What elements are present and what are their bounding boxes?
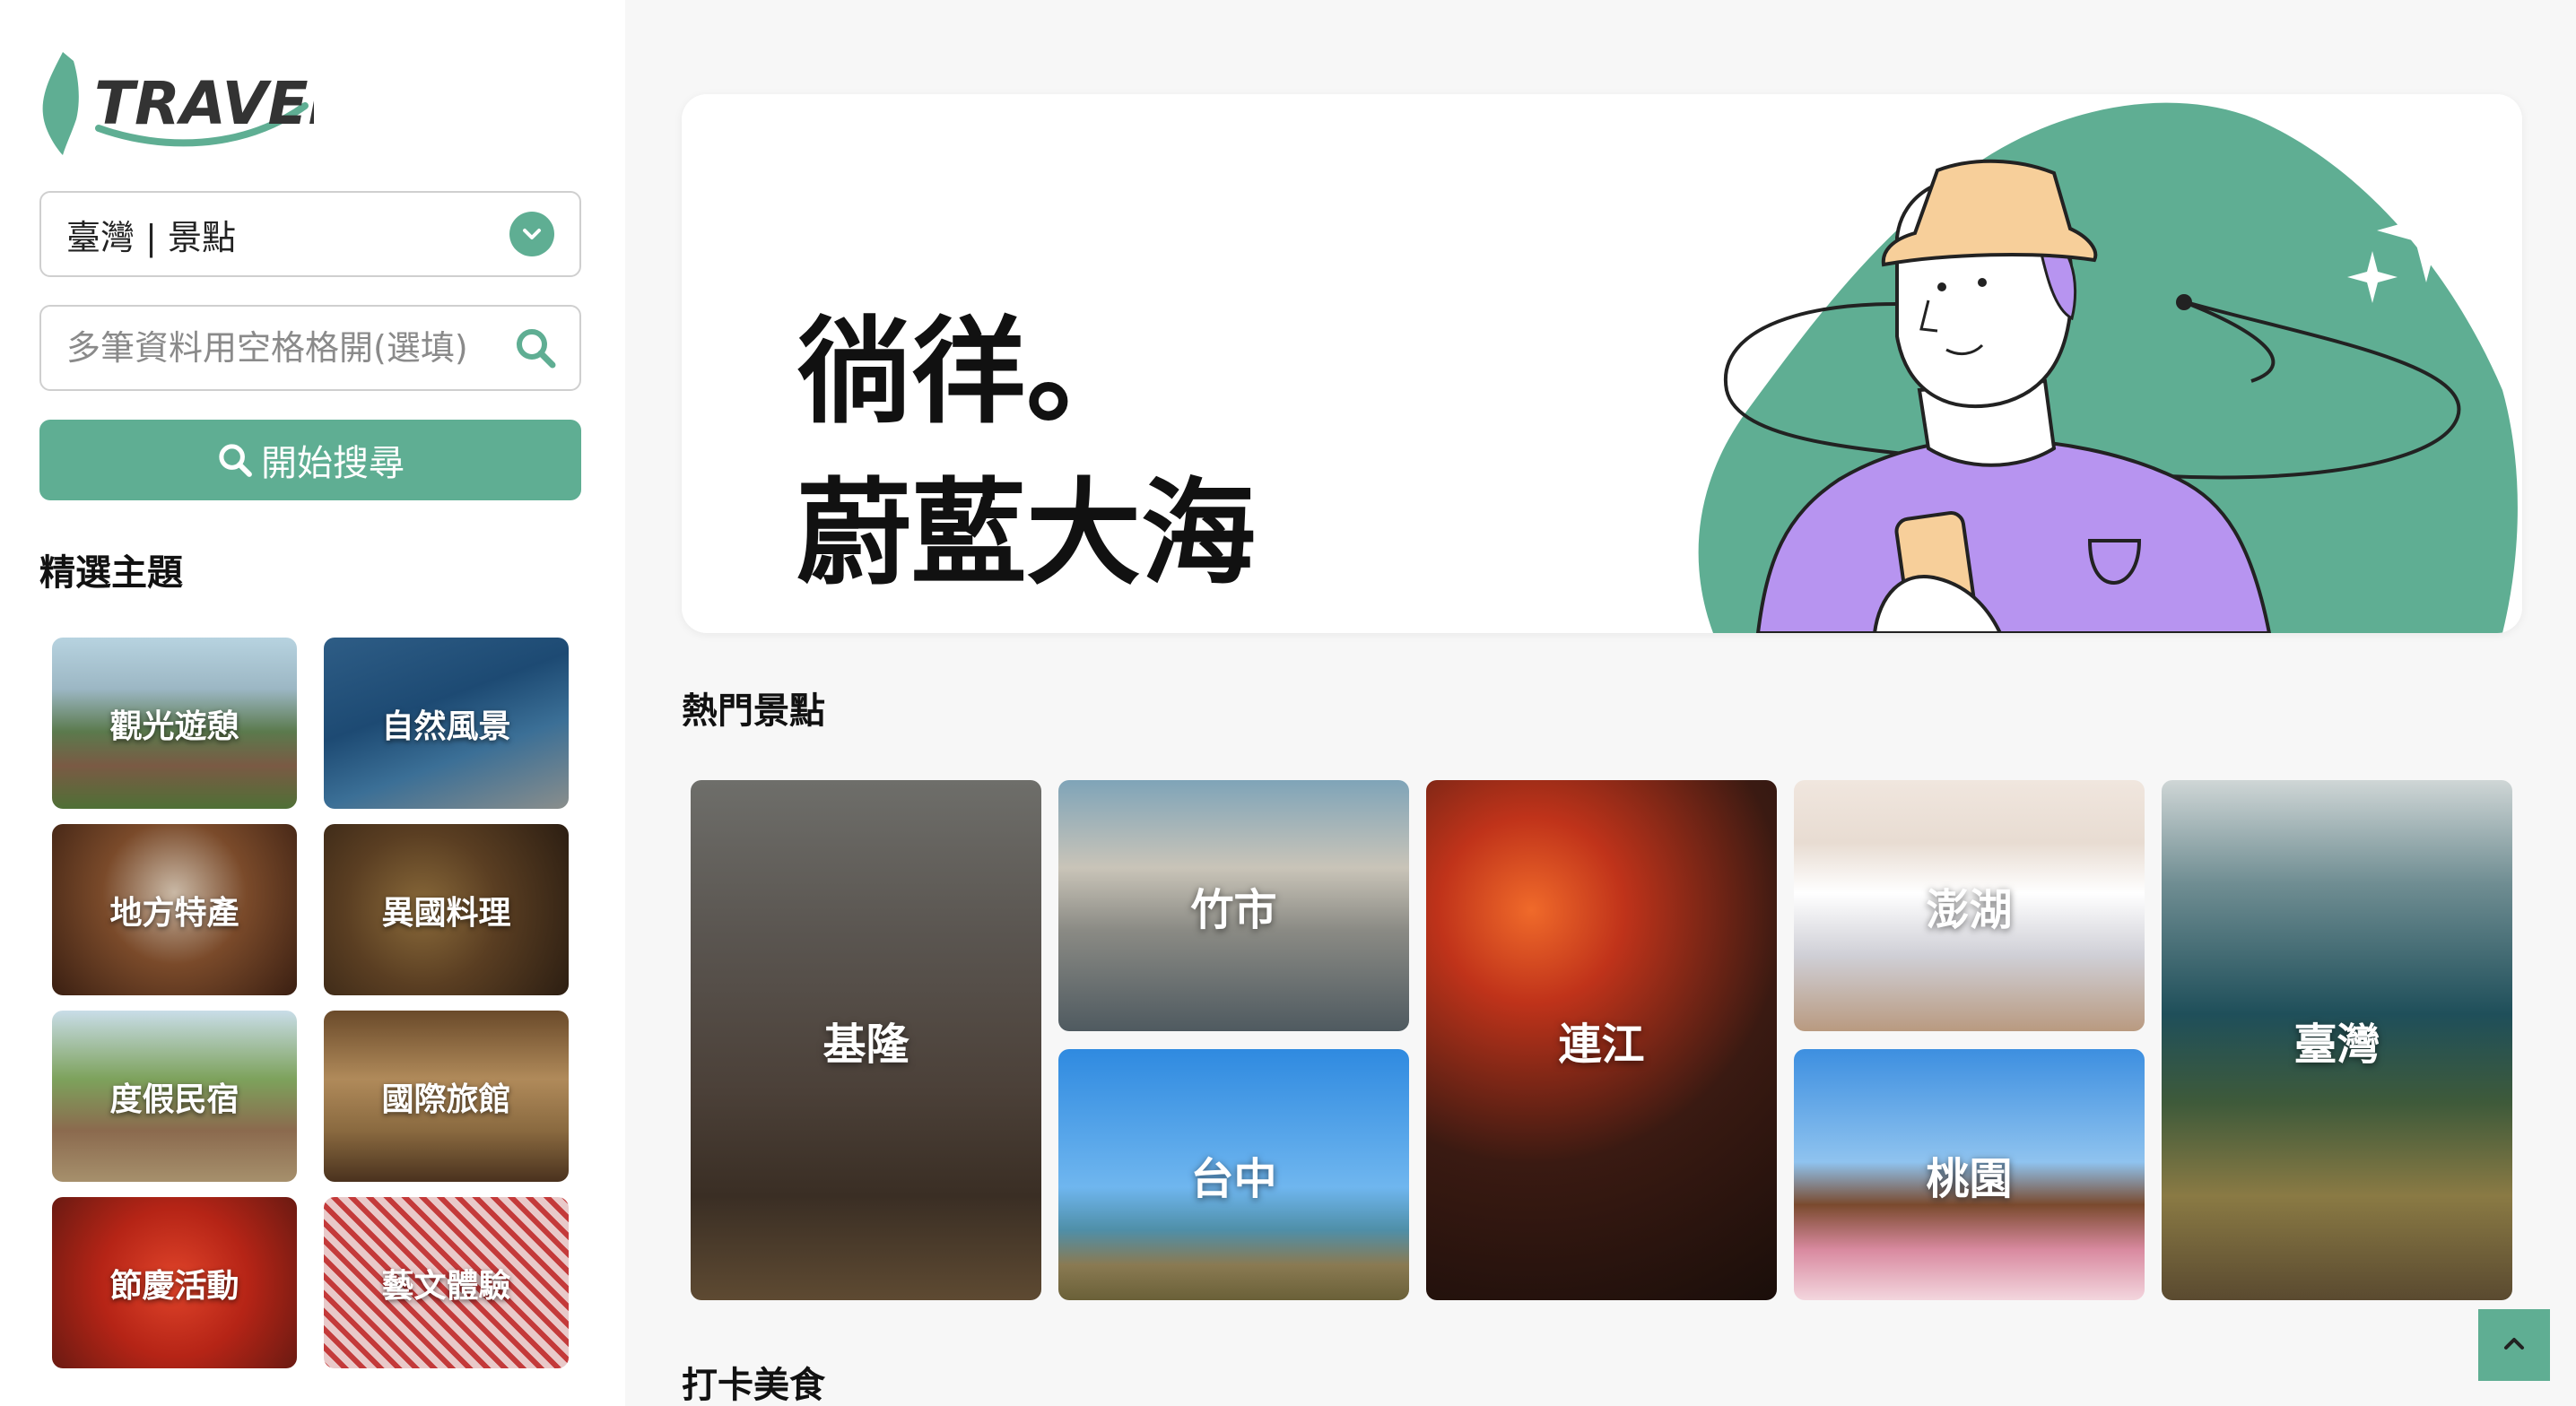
category-select[interactable]: 臺灣 | 景點 <box>39 191 581 277</box>
hero-banner: 徜徉。 蔚藍大海 <box>682 94 2522 633</box>
spot-card-keelung[interactable]: 基隆 <box>691 780 1041 1300</box>
hero-line-1: 徜徉。 <box>796 305 1142 439</box>
spot-card-taiwan[interactable]: 臺灣 <box>2162 780 2512 1300</box>
theme-card-label: 自然風景 <box>381 707 511 745</box>
theme-card-label: 地方特產 <box>109 894 239 932</box>
main-content: 徜徉。 蔚藍大海 熱門景點 基隆 竹市 台中 連江 澎湖 桃園 臺灣 打卡美食 <box>625 0 2576 1406</box>
search-icon[interactable] <box>511 324 560 372</box>
hero-headline: 徜徉。 蔚藍大海 <box>796 291 1256 614</box>
back-to-top-button[interactable] <box>2478 1309 2550 1381</box>
svg-text:TRAVEL: TRAVEL <box>94 69 314 138</box>
spot-card-label: 桃園 <box>1926 1154 2013 1204</box>
spot-card-hsinchu[interactable]: 竹市 <box>1058 780 1409 1031</box>
theme-card-foreign-cuisine[interactable]: 異國料理 <box>324 824 569 995</box>
theme-card-bnb[interactable]: 度假民宿 <box>52 1011 297 1182</box>
spot-card-taichung[interactable]: 台中 <box>1058 1049 1409 1300</box>
theme-card-arts[interactable]: 藝文體驗 <box>324 1197 569 1368</box>
theme-card-label: 藝文體驗 <box>381 1267 511 1305</box>
app-root: TRAVEL 臺灣 | 景點 開始搜尋 精選主題 觀光遊憩 <box>0 0 2576 1406</box>
spot-card-taoyuan[interactable]: 桃園 <box>1794 1049 2145 1300</box>
spot-card-label: 基隆 <box>822 1020 909 1070</box>
spot-card-label: 臺灣 <box>2293 1020 2380 1070</box>
spot-card-label: 連江 <box>1558 1020 1645 1070</box>
theme-card-sightseeing[interactable]: 觀光遊憩 <box>52 638 297 809</box>
popular-spots-heading: 熱門景點 <box>682 690 825 732</box>
theme-card-festival[interactable]: 節慶活動 <box>52 1197 297 1368</box>
spot-card-label: 台中 <box>1190 1154 1277 1204</box>
category-select-value: 臺灣 | 景點 <box>66 217 236 257</box>
spot-card-label: 竹市 <box>1190 885 1277 935</box>
chevron-up-icon <box>2499 1328 2529 1362</box>
travel-logo[interactable]: TRAVEL <box>36 43 346 160</box>
theme-card-local-specialty[interactable]: 地方特產 <box>52 824 297 995</box>
sidebar: TRAVEL 臺灣 | 景點 開始搜尋 精選主題 觀光遊憩 <box>0 0 625 1406</box>
keyword-input[interactable] <box>66 328 511 368</box>
start-search-label: 開始搜尋 <box>261 443 405 484</box>
hero-line-2: 蔚藍大海 <box>796 466 1257 601</box>
theme-card-hotel[interactable]: 國際旅館 <box>324 1011 569 1182</box>
theme-grid: 觀光遊憩 自然風景 地方特產 異國料理 度假民宿 國際旅館 節慶活動 藝文體驗 <box>52 638 570 1368</box>
theme-card-label: 觀光遊憩 <box>109 707 239 745</box>
popular-spots-grid: 基隆 竹市 台中 連江 澎湖 桃園 臺灣 <box>691 780 2512 1300</box>
keyword-search-field <box>39 305 581 391</box>
theme-card-nature[interactable]: 自然風景 <box>324 638 569 809</box>
spot-card-lienchiang[interactable]: 連江 <box>1426 780 1777 1300</box>
chevron-down-icon <box>509 212 554 256</box>
theme-card-label: 度假民宿 <box>109 1081 239 1118</box>
search-icon <box>216 440 256 480</box>
themes-heading: 精選主題 <box>39 552 183 594</box>
theme-card-label: 節慶活動 <box>109 1267 239 1305</box>
theme-card-label: 異國料理 <box>381 894 511 932</box>
spot-card-label: 澎湖 <box>1926 885 2013 935</box>
spot-card-penghu[interactable]: 澎湖 <box>1794 780 2145 1031</box>
food-heading: 打卡美食 <box>682 1365 825 1406</box>
hero-illustration <box>1677 94 2522 633</box>
start-search-button[interactable]: 開始搜尋 <box>39 420 581 500</box>
theme-card-label: 國際旅館 <box>381 1081 511 1118</box>
